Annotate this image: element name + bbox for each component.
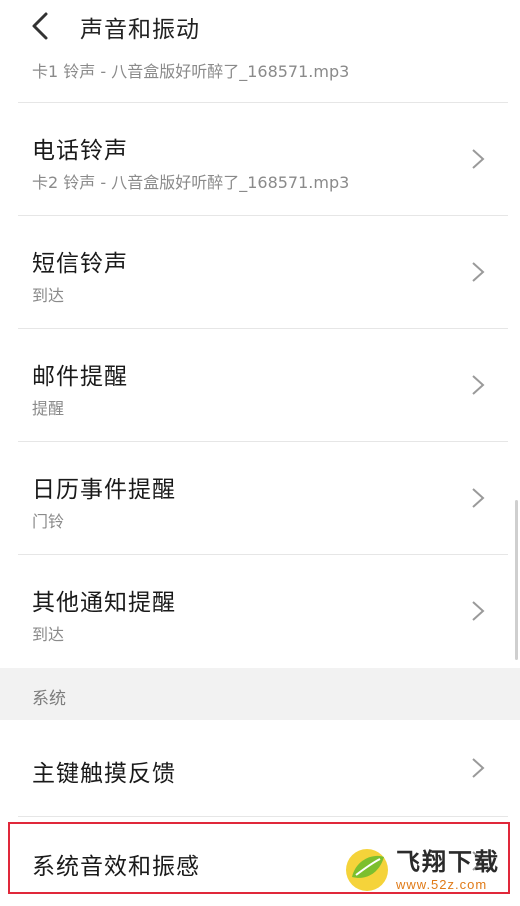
scrollbar[interactable] <box>515 500 518 660</box>
chevron-right-icon <box>472 149 485 169</box>
section-header-system: 系统 <box>0 668 520 720</box>
row-subtitle: 到达 <box>32 286 65 305</box>
row-title: 主键触摸反馈 <box>32 761 176 787</box>
row-title: 系统音效和振感 <box>32 854 200 880</box>
row-sms-ringtone[interactable]: 短信铃声 到达 <box>0 216 520 328</box>
row-calendar-reminder[interactable]: 日历事件提醒 门铃 <box>0 442 520 554</box>
row-subtitle: 到达 <box>32 625 65 644</box>
row-title: 电话铃声 <box>32 138 128 164</box>
back-button[interactable] <box>22 8 58 44</box>
chevron-right-icon <box>472 375 485 395</box>
row-other-notification[interactable]: 其他通知提醒 到达 <box>0 555 520 667</box>
chevron-right-icon <box>472 262 485 282</box>
row-title: 短信铃声 <box>32 251 128 277</box>
row-phone-ringtone[interactable]: 电话铃声 卡2 铃声 - 八音盒版好听醉了_168571.mp3 <box>0 103 520 215</box>
row-mail-reminder[interactable]: 邮件提醒 提醒 <box>0 329 520 441</box>
app-header: 声音和振动 <box>0 0 520 54</box>
chevron-right-icon <box>472 601 485 621</box>
row-subtitle: 提醒 <box>32 399 65 418</box>
row-title: 日历事件提醒 <box>32 477 176 503</box>
row-subtitle: 卡2 铃声 - 八音盒版好听醉了_168571.mp3 <box>32 173 350 192</box>
chevron-left-icon <box>32 12 48 40</box>
row-title: 邮件提醒 <box>32 364 128 390</box>
settings-list[interactable]: 卡1 铃声 - 八音盒版好听醉了_168571.mp3 电话铃声 卡2 铃声 -… <box>0 0 520 906</box>
row-subtitle: 门铃 <box>32 512 65 531</box>
chevron-right-icon <box>472 758 485 778</box>
section-label: 系统 <box>32 689 66 709</box>
row-title: 其他通知提醒 <box>32 590 176 616</box>
row-home-key-haptics[interactable]: 主键触摸反馈 <box>0 720 520 816</box>
chevron-right-icon <box>472 488 485 508</box>
row-system-sound-vibration[interactable]: 系统音效和振感 <box>0 817 520 906</box>
row-subtitle: 卡1 铃声 - 八音盒版好听醉了_168571.mp3 <box>32 62 350 81</box>
chevron-right-icon <box>472 851 485 871</box>
page-title: 声音和振动 <box>80 17 200 43</box>
